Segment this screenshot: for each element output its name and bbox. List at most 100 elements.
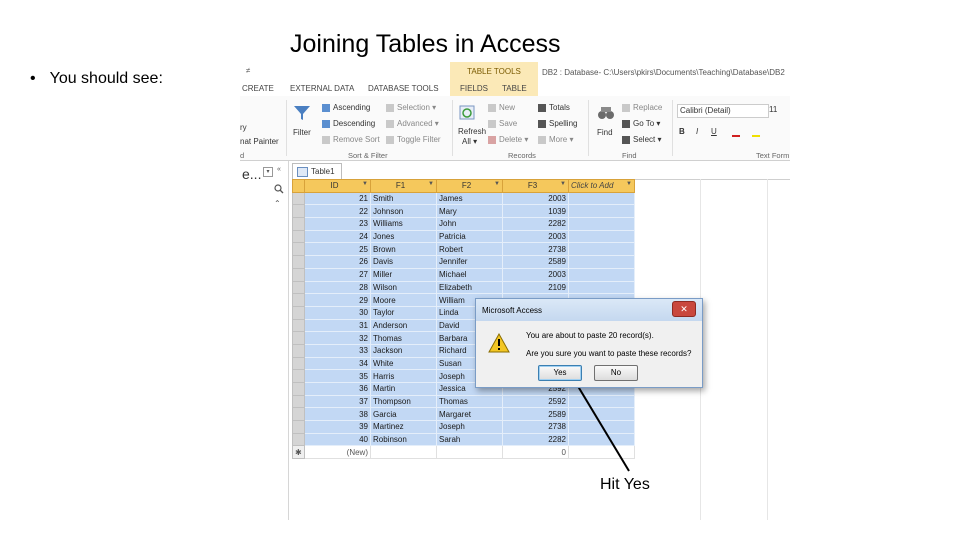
cell-f1[interactable]: Garcia (370, 407, 437, 422)
tab-external-data[interactable]: EXTERNAL DATA (290, 84, 354, 93)
descending-button[interactable]: Descending (322, 119, 375, 128)
more-button[interactable]: More ▾ (538, 135, 573, 144)
row-selector[interactable] (292, 280, 305, 295)
cell-click-to-add[interactable] (568, 255, 635, 269)
font-name-select[interactable]: Calibri (Detail) (677, 104, 769, 118)
row-selector[interactable] (292, 343, 305, 358)
row-selector[interactable] (292, 382, 305, 396)
cell-f1[interactable]: Johnson (370, 204, 437, 219)
format-painter[interactable]: nat Painter (240, 137, 279, 146)
select-all-corner[interactable] (292, 179, 305, 193)
yes-button[interactable]: Yes (538, 365, 582, 381)
cell-f3[interactable]: 2589 (502, 255, 569, 269)
cell-click-to-add[interactable] (568, 394, 635, 409)
advanced-button[interactable]: Advanced ▾ (386, 119, 439, 128)
cell-id[interactable]: 31 (304, 318, 371, 333)
tab-fields[interactable]: FIELDS (460, 84, 488, 93)
row-selector[interactable] (292, 191, 305, 206)
cell-id[interactable]: 22 (304, 204, 371, 219)
cell-click-to-add[interactable] (568, 407, 635, 422)
cell-f2[interactable]: Jennifer (436, 255, 503, 269)
row-selector[interactable] (292, 420, 305, 434)
cell-f1[interactable]: Thompson (370, 394, 437, 409)
goto-button[interactable]: Go To ▾ (622, 119, 660, 128)
cell-id[interactable]: 40 (304, 432, 371, 447)
row-selector[interactable] (292, 369, 305, 383)
nav-collapse-icon[interactable]: « (277, 166, 281, 173)
chevron-down-icon[interactable]: ▼ (626, 181, 632, 187)
row-selector[interactable] (292, 356, 305, 371)
cell-f1[interactable]: Davis (370, 255, 437, 269)
column-header-id[interactable]: ID ▼ (304, 179, 371, 193)
row-selector[interactable] (292, 255, 305, 269)
cell-id[interactable]: 35 (304, 369, 371, 383)
row-selector[interactable] (292, 204, 305, 219)
cell-f2[interactable]: Thomas (436, 394, 503, 409)
cell-f1[interactable]: Thomas (370, 331, 437, 345)
cell-id[interactable]: (New) (304, 445, 371, 460)
cell-f3[interactable]: 0 (502, 445, 569, 460)
table-row[interactable]: 23 Williams John 2282 (292, 217, 635, 231)
chevron-down-icon[interactable]: ▼ (560, 181, 566, 187)
cell-f2[interactable] (436, 445, 503, 460)
row-selector[interactable] (292, 394, 305, 409)
chevron-up-icon[interactable]: ⌃ (274, 199, 281, 208)
cell-id[interactable]: 38 (304, 407, 371, 422)
table-tab[interactable]: Table1 (292, 163, 342, 180)
font-color-icon[interactable] (732, 125, 740, 137)
column-header-f1[interactable]: F1 ▼ (370, 179, 437, 193)
table-row[interactable]: 39 Martinez Joseph 2738 (292, 420, 635, 434)
tab-database-tools[interactable]: DATABASE TOOLS (368, 84, 439, 93)
tab-table[interactable]: TABLE (502, 84, 527, 93)
cell-f1[interactable]: Jones (370, 229, 437, 244)
cell-f3[interactable]: 2589 (502, 407, 569, 422)
column-header-f2[interactable]: F2 ▼ (436, 179, 503, 193)
delete-record-button[interactable]: Delete ▾ (488, 135, 528, 144)
cell-id[interactable]: 23 (304, 217, 371, 231)
font-size-select[interactable]: 11 (769, 104, 785, 116)
highlight-icon[interactable] (752, 125, 760, 137)
row-selector[interactable] (292, 217, 305, 231)
selection-button[interactable]: Selection ▾ (386, 103, 436, 112)
cell-click-to-add[interactable] (568, 242, 635, 257)
cell-click-to-add[interactable] (568, 445, 635, 460)
cell-f2[interactable]: James (436, 191, 503, 206)
table-row[interactable]: 38 Garcia Margaret 2589 (292, 407, 635, 422)
cell-id[interactable]: 34 (304, 356, 371, 371)
replace-button[interactable]: Replace (622, 103, 662, 112)
chevron-down-icon[interactable]: ▼ (494, 181, 500, 187)
cell-id[interactable]: 26 (304, 255, 371, 269)
cell-f1[interactable]: Anderson (370, 318, 437, 333)
table-row[interactable]: 26 Davis Jennifer 2589 (292, 255, 635, 269)
cell-click-to-add[interactable] (568, 280, 635, 295)
cell-f3[interactable]: 1039 (502, 204, 569, 219)
row-selector[interactable] (292, 293, 305, 307)
cell-id[interactable]: 21 (304, 191, 371, 206)
cell-click-to-add[interactable] (568, 204, 635, 219)
table-row[interactable]: 28 Wilson Elizabeth 2109 (292, 280, 635, 295)
cell-f2[interactable]: Michael (436, 267, 503, 282)
cell-f1[interactable]: White (370, 356, 437, 371)
table-row[interactable]: 22 Johnson Mary 1039 (292, 204, 635, 219)
no-button[interactable]: No (594, 365, 638, 381)
toggle-filter-button[interactable]: Toggle Filter (386, 135, 441, 144)
cell-id[interactable]: 30 (304, 305, 371, 320)
row-selector[interactable] (292, 305, 305, 320)
cell-click-to-add[interactable] (568, 432, 635, 447)
new-record-button[interactable]: New (488, 103, 515, 112)
cell-f1[interactable]: Miller (370, 267, 437, 282)
cell-f3[interactable]: 2109 (502, 280, 569, 295)
cell-id[interactable]: 37 (304, 394, 371, 409)
tab-create[interactable]: CREATE (242, 84, 274, 93)
cell-f3[interactable]: 2003 (502, 191, 569, 206)
save-record-button[interactable]: Save (488, 119, 517, 128)
cell-f1[interactable]: Jackson (370, 343, 437, 358)
underline-button[interactable]: U (711, 127, 717, 136)
cell-click-to-add[interactable] (568, 217, 635, 231)
new-record-row[interactable]: ✱ (New) 0 (292, 445, 635, 460)
row-selector[interactable] (292, 432, 305, 447)
cell-f1[interactable]: Wilson (370, 280, 437, 295)
row-selector[interactable] (292, 229, 305, 244)
cell-f3[interactable]: 2282 (502, 432, 569, 447)
nav-pane-title[interactable]: e... (242, 166, 261, 182)
